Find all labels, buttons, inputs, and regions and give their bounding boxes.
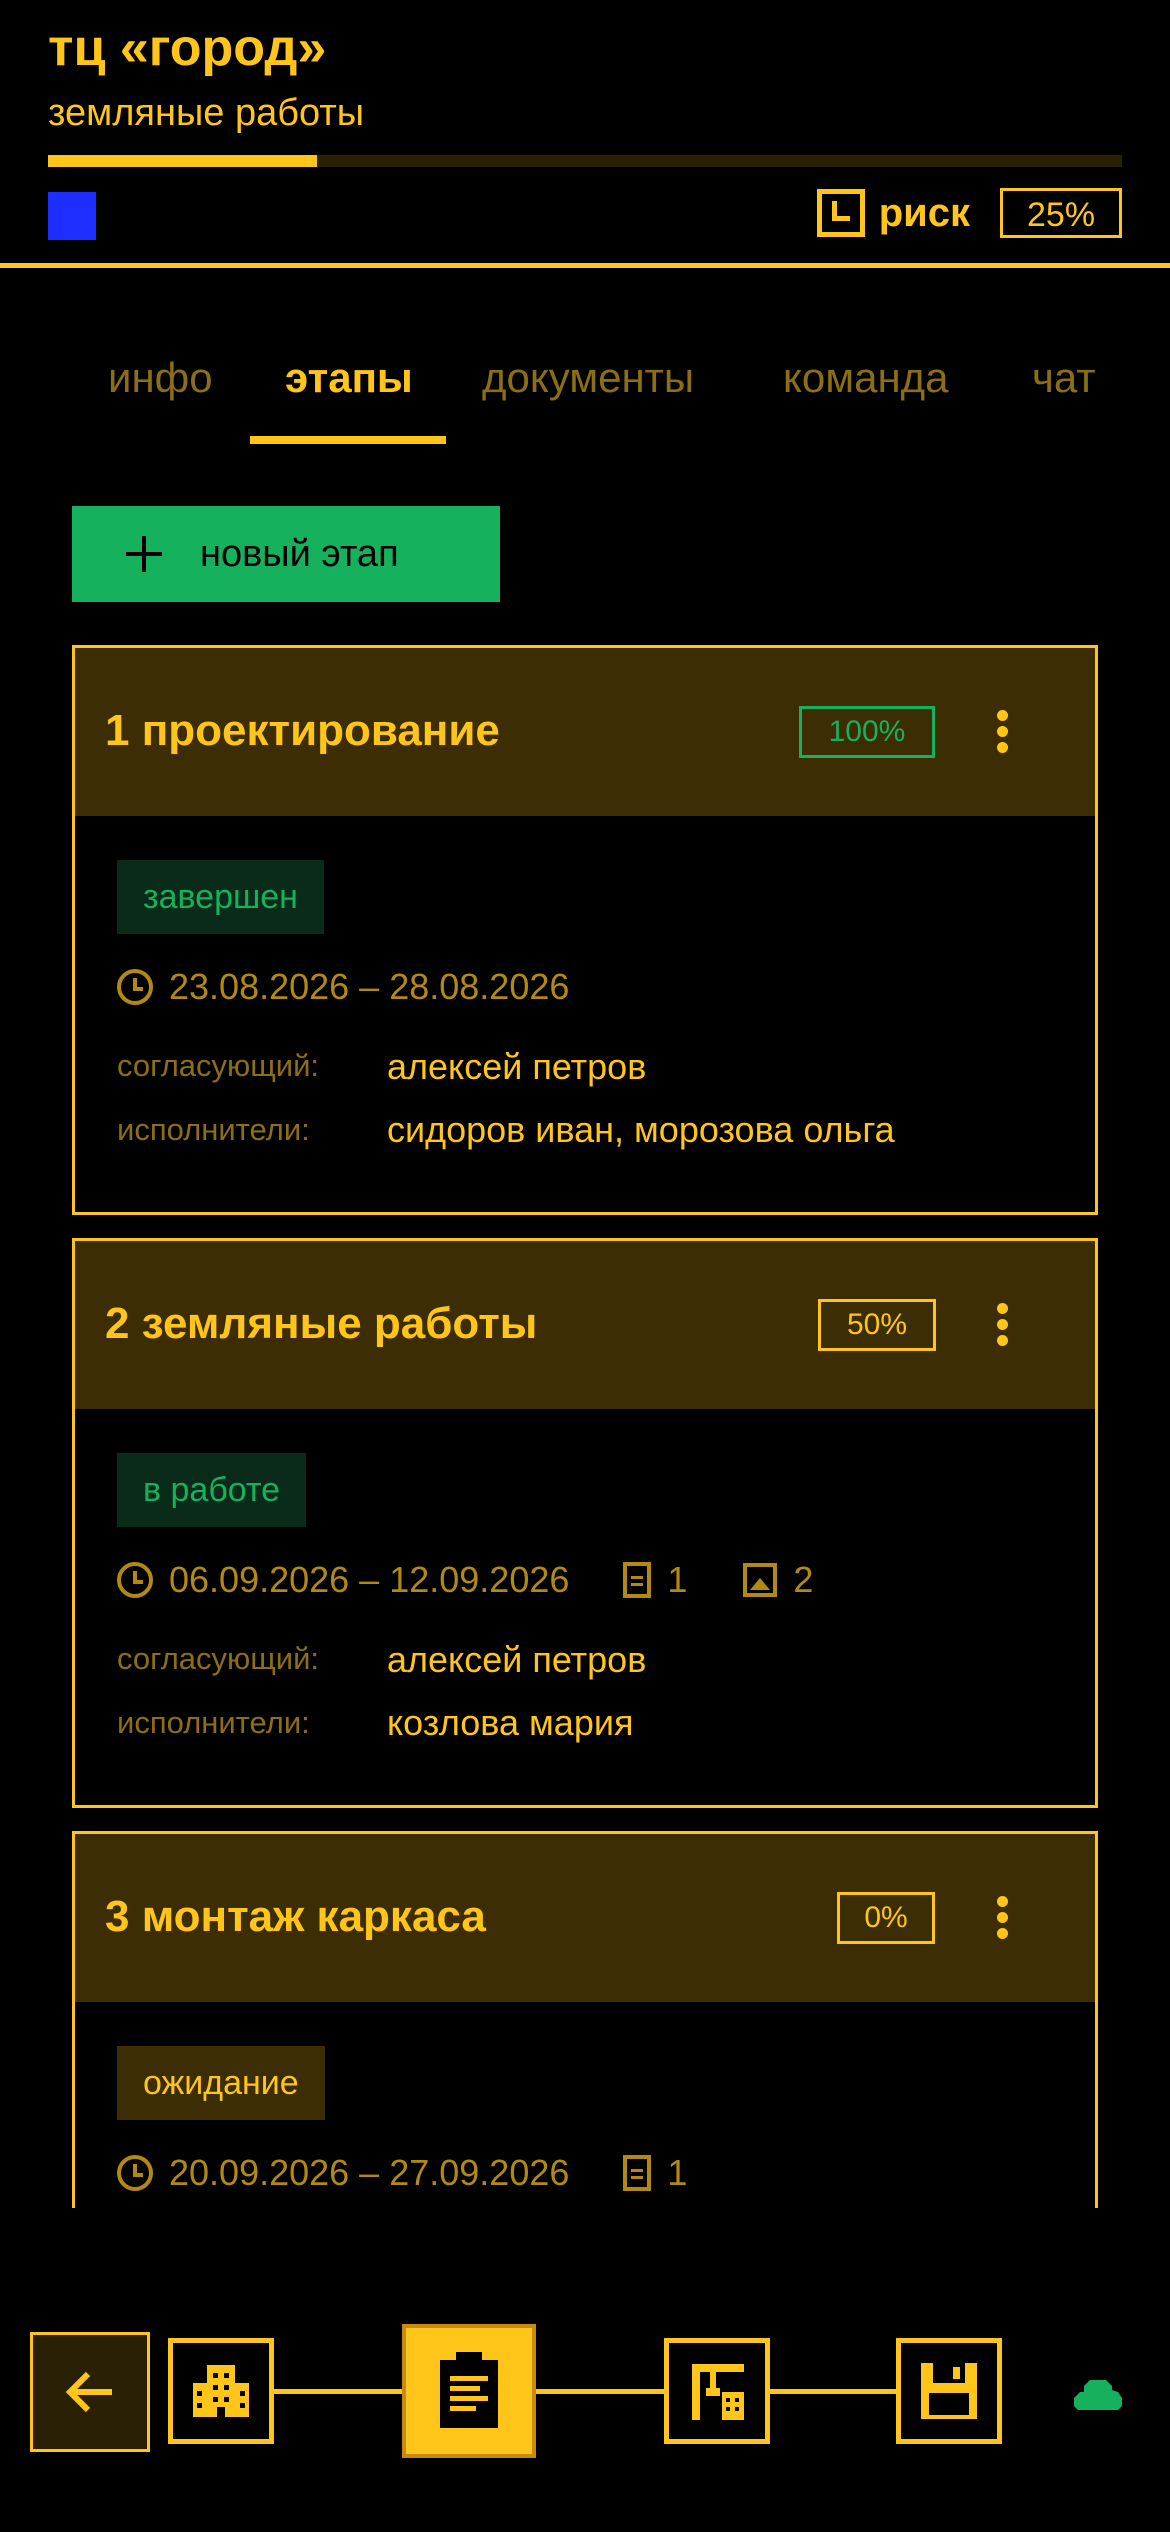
risk-indicator[interactable]: риск 25% (816, 188, 1122, 238)
stage-body: ожидание 20.09.2026 – 27.09.2026 1 (75, 2002, 1095, 2208)
risk-percent-badge: 25% (1000, 188, 1122, 238)
tab-chat[interactable]: чат (1032, 354, 1096, 402)
building-icon (193, 2365, 249, 2417)
step-connector (768, 2389, 898, 2394)
stage-title: 3 монтаж каркаса (105, 1892, 486, 1941)
docs-count: 1 (667, 2152, 688, 2193)
project-progress-bar (48, 155, 1122, 167)
bottom-navigation (0, 2310, 1170, 2470)
date-row: 23.08.2026 – 28.08.2026 (117, 966, 569, 1008)
more-vertical-icon[interactable] (997, 710, 1009, 754)
stage-percent-badge: 50% (818, 1299, 936, 1351)
stage-dates: 06.09.2026 – 12.09.2026 (169, 1559, 570, 1600)
executors-label: исполнители: (117, 1112, 310, 1147)
stage-card[interactable]: 3 монтаж каркаса 0% ожидание 20.09.2026 … (72, 1831, 1098, 2208)
stage-header[interactable]: 3 монтаж каркаса 0% (75, 1834, 1095, 2002)
approver-label: согласующий: (117, 1048, 320, 1083)
executors-value: сидоров иван, морозова ольга (387, 1109, 895, 1150)
stage-title: 2 земляные работы (105, 1299, 538, 1348)
back-button[interactable] (30, 2332, 150, 2452)
clipboard-icon (440, 2352, 498, 2428)
date-row: 20.09.2026 – 27.09.2026 1 (117, 2152, 687, 2194)
executors-label: исполнители: (117, 1705, 310, 1740)
status-badge: в работе (117, 1453, 307, 1527)
nav-step-clipboard[interactable] (402, 2324, 536, 2458)
project-subtitle: земляные работы (48, 92, 365, 134)
clock-icon (117, 969, 153, 1005)
more-vertical-icon[interactable] (997, 1303, 1009, 1347)
stage-header[interactable]: 2 земляные работы 50% (75, 1241, 1095, 1409)
status-badge: завершен (117, 860, 324, 934)
active-tab-indicator (250, 436, 446, 444)
tab-team[interactable]: команда (783, 354, 949, 402)
clock-icon (117, 2155, 153, 2191)
images-count: 2 (793, 1559, 814, 1600)
risk-label: риск (878, 190, 970, 235)
tab-bar: инфо этапы документы команда чат (0, 340, 1170, 450)
stage-card[interactable]: 2 земляные работы 50% в работе 06.09.202… (72, 1238, 1098, 1808)
tab-info[interactable]: инфо (108, 354, 213, 402)
stage-dates: 23.08.2026 – 28.08.2026 (169, 966, 570, 1007)
stage-list[interactable]: 1 проектирование 100% завершен 23.08.202… (0, 640, 1170, 2208)
new-stage-label: новый этап (200, 532, 399, 575)
tab-documents[interactable]: документы (482, 354, 694, 402)
nav-step-save[interactable] (896, 2338, 1002, 2444)
project-color-marker (48, 192, 96, 240)
image-icon (743, 1563, 778, 1597)
executors-value: козлова мария (387, 1702, 634, 1743)
step-connector (270, 2389, 402, 2394)
status-badge: ожидание (117, 2046, 325, 2120)
new-stage-button[interactable]: новый этап (72, 506, 500, 602)
more-vertical-icon[interactable] (997, 1896, 1009, 1940)
step-connector (536, 2389, 666, 2394)
save-icon (921, 2363, 977, 2419)
tab-stages[interactable]: этапы (285, 354, 413, 402)
back-arrow-icon (65, 2371, 112, 2413)
date-row: 06.09.2026 – 12.09.2026 1 2 (117, 1559, 813, 1601)
approver-value: алексей петров (387, 1639, 647, 1680)
stage-dates: 20.09.2026 – 27.09.2026 (169, 2152, 570, 2193)
crane-icon (692, 2364, 744, 2420)
document-icon (623, 2155, 652, 2191)
plus-icon (126, 536, 162, 572)
project-progress-fill (48, 155, 317, 167)
stage-title: 1 проектирование (105, 706, 500, 755)
clock-icon (117, 1562, 153, 1598)
docs-count: 1 (667, 1559, 688, 1600)
nav-step-building[interactable] (168, 2338, 274, 2444)
document-icon (623, 1562, 652, 1598)
stage-percent-badge: 0% (837, 1892, 935, 1944)
stage-card[interactable]: 1 проектирование 100% завершен 23.08.202… (72, 645, 1098, 1215)
stage-header[interactable]: 1 проектирование 100% (75, 648, 1095, 816)
project-header: тц «город» земляные работы риск 25% (0, 0, 1170, 268)
stage-body: завершен 23.08.2026 – 28.08.2026 согласу… (75, 816, 1095, 1214)
cloud-icon (1070, 2376, 1124, 2410)
approver-label: согласующий: (117, 1641, 320, 1676)
stage-body: в работе 06.09.2026 – 12.09.2026 1 2 сог… (75, 1409, 1095, 1807)
nav-step-crane[interactable] (664, 2338, 770, 2444)
project-title: тц «город» (48, 19, 327, 77)
approver-value: алексей петров (387, 1046, 647, 1087)
stage-percent-badge: 100% (799, 706, 935, 758)
clock-square-icon (816, 189, 865, 237)
